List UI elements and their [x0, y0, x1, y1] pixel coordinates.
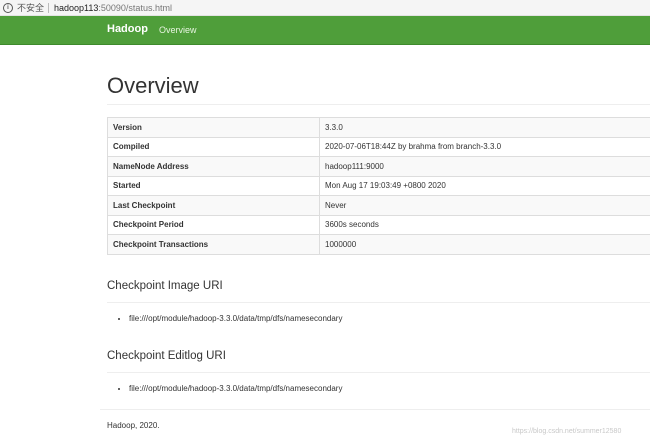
- row-key: Checkpoint Transactions: [107, 234, 320, 255]
- row-value: 3.3.0: [319, 117, 650, 138]
- url-path[interactable]: :50090/status.html: [98, 3, 172, 13]
- table-row: Compiled 2020-07-06T18:44Z by brahma fro…: [107, 136, 650, 157]
- checkpoint-editlog-title: Checkpoint Editlog URI: [107, 350, 226, 362]
- url-host[interactable]: hadoop113: [54, 3, 98, 13]
- checkpoint-editlog-list: file:///opt/module/hadoop-3.3.0/data/tmp…: [107, 384, 342, 393]
- row-value: 2020-07-06T18:44Z by brahma from branch-…: [319, 136, 650, 157]
- navbar-brand[interactable]: Hadoop: [107, 23, 148, 35]
- row-value: 3600s seconds: [319, 214, 650, 235]
- info-icon[interactable]: i: [3, 2, 13, 13]
- table-row: Last Checkpoint Never: [107, 195, 650, 216]
- row-value: Mon Aug 17 19:03:49 +0800 2020: [319, 175, 650, 196]
- table-row: Checkpoint Period 3600s seconds: [107, 214, 650, 235]
- row-key: Last Checkpoint: [107, 195, 320, 216]
- title-divider: [107, 104, 650, 105]
- browser-address-bar[interactable]: i 不安全 hadoop113:50090/status.html: [0, 0, 650, 16]
- row-value: Never: [319, 195, 650, 216]
- address-divider: [48, 2, 50, 13]
- row-value: hadoop111:9000: [319, 156, 650, 177]
- top-navbar: Hadoop Overview: [0, 16, 650, 45]
- row-key: Checkpoint Period: [107, 214, 320, 235]
- table-row: Version 3.3.0: [107, 117, 650, 138]
- table-row: NameNode Address hadoop111:9000: [107, 156, 650, 177]
- row-key: Compiled: [107, 136, 320, 157]
- list-item: file:///opt/module/hadoop-3.3.0/data/tmp…: [129, 314, 342, 323]
- section-divider: [107, 372, 650, 373]
- row-key: Version: [107, 117, 320, 138]
- list-item: file:///opt/module/hadoop-3.3.0/data/tmp…: [129, 384, 342, 393]
- row-key: NameNode Address: [107, 156, 320, 177]
- security-indicator[interactable]: 不安全: [17, 1, 44, 14]
- nav-link-overview[interactable]: Overview: [159, 25, 197, 35]
- checkpoint-image-title: Checkpoint Image URI: [107, 280, 223, 292]
- table-row: Started Mon Aug 17 19:03:49 +0800 2020: [107, 175, 650, 196]
- page-title: Overview: [107, 73, 199, 98]
- table-row: Checkpoint Transactions 1000000: [107, 234, 650, 255]
- watermark-text: https://blog.csdn.net/summer12580: [512, 428, 622, 435]
- footer-text: Hadoop, 2020.: [107, 421, 160, 430]
- row-key: Started: [107, 175, 320, 196]
- footer-divider: [100, 409, 650, 410]
- checkpoint-image-list: file:///opt/module/hadoop-3.3.0/data/tmp…: [107, 314, 342, 323]
- overview-table: Version 3.3.0 Compiled 2020-07-06T18:44Z…: [107, 117, 650, 255]
- row-value: 1000000: [319, 234, 650, 255]
- section-divider: [107, 302, 650, 303]
